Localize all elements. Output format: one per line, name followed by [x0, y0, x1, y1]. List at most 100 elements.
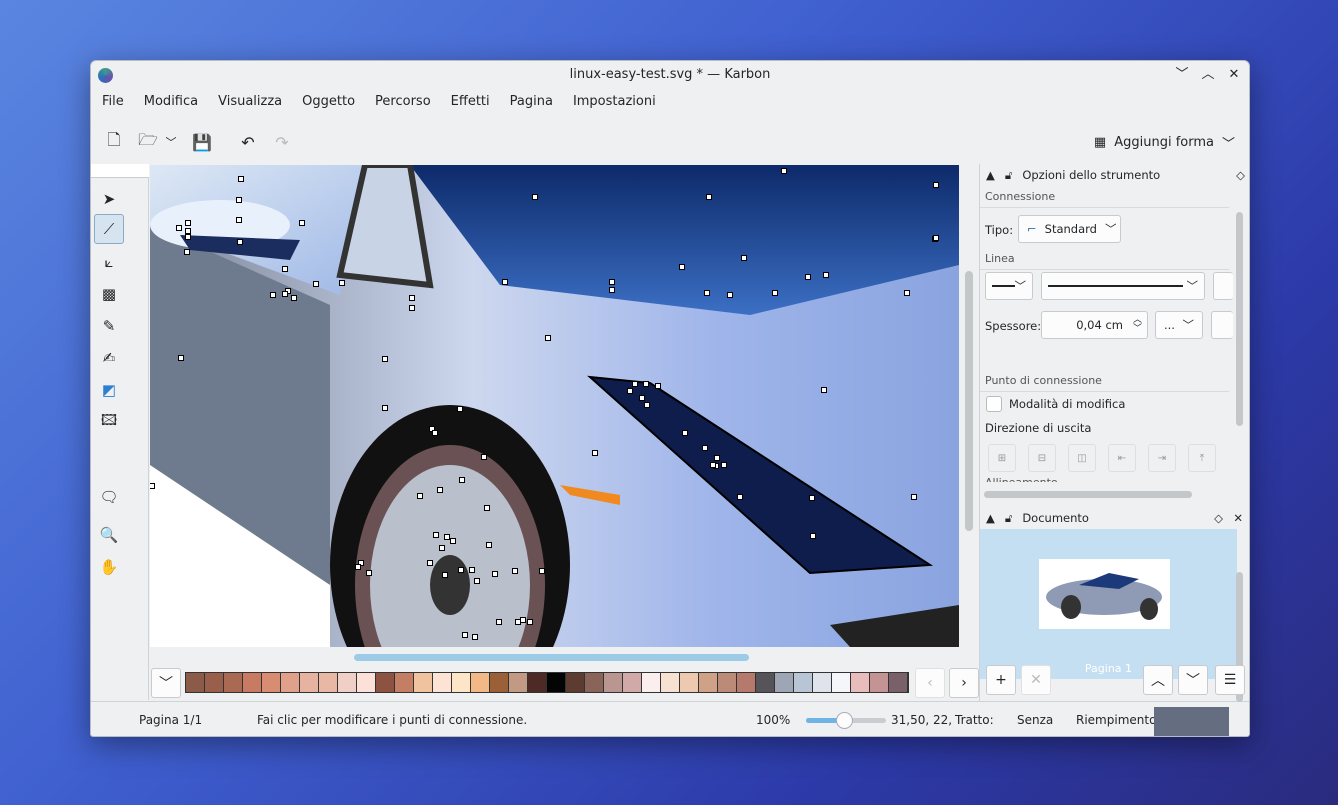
close-button[interactable]: ✕ [1227, 61, 1241, 89]
pan-tool-icon[interactable]: ✋ [94, 552, 124, 582]
connection-point-handle[interactable] [639, 395, 645, 401]
connection-point-handle[interactable] [417, 493, 423, 499]
palette-scroll-right-icon[interactable]: › [949, 668, 979, 698]
connection-point-handle[interactable] [469, 567, 475, 573]
connection-point-handle[interactable] [810, 533, 816, 539]
connection-point-handle[interactable] [270, 292, 276, 298]
connection-point-handle[interactable] [821, 387, 827, 393]
vertical-scrollbar[interactable] [965, 271, 973, 531]
palette-swatch[interactable] [509, 673, 528, 692]
float-icon[interactable]: ◇ [1236, 168, 1245, 182]
connection-point-handle[interactable] [486, 542, 492, 548]
options-vscrollbar[interactable] [1236, 212, 1243, 426]
connection-point-handle[interactable] [710, 462, 716, 468]
cap-style-button[interactable] [1211, 311, 1233, 339]
connection-point-handle[interactable] [457, 406, 463, 412]
connection-point-handle[interactable] [496, 619, 502, 625]
connection-point-handle[interactable] [382, 356, 388, 362]
palette-swatch[interactable] [623, 673, 642, 692]
menu-file[interactable]: File [95, 91, 131, 117]
palette-swatch[interactable] [642, 673, 661, 692]
connection-point-handle[interactable] [609, 287, 615, 293]
palette-swatch[interactable] [585, 673, 604, 692]
connection-point-handle[interactable] [592, 450, 598, 456]
callout-tool-icon[interactable]: 🗨 [94, 482, 124, 512]
palette-swatch[interactable] [376, 673, 395, 692]
connection-point-handle[interactable] [236, 197, 242, 203]
palette-swatch[interactable] [680, 673, 699, 692]
connection-type-dropdown[interactable]: ⌐ Standard ﹀ [1018, 215, 1121, 243]
connection-point-handle[interactable] [185, 234, 191, 240]
palette-swatch[interactable] [851, 673, 870, 692]
redo-icon[interactable]: ↷ [269, 129, 295, 155]
view-mode-icon[interactable]: ☰ [1215, 665, 1245, 695]
connection-point-handle[interactable] [502, 279, 508, 285]
connection-point-handle[interactable] [515, 619, 521, 625]
connection-point-handle[interactable] [184, 249, 190, 255]
palette-swatch[interactable] [471, 673, 490, 692]
select-tool-icon[interactable]: ➤ [94, 184, 124, 214]
zoom-tool-icon[interactable]: 🔍 [94, 520, 124, 550]
connection-point-handle[interactable] [805, 274, 811, 280]
minimize-button[interactable]: ﹀ [1175, 61, 1189, 89]
palette-swatch[interactable] [547, 673, 566, 692]
connection-point-handle[interactable] [627, 388, 633, 394]
add-page-icon[interactable]: + [986, 665, 1016, 695]
exit-right-icon[interactable]: ⇥ [1148, 444, 1176, 472]
connection-point-handle[interactable] [313, 281, 319, 287]
connection-point-handle[interactable] [702, 445, 708, 451]
collapse-triangle-icon[interactable]: ▲ [986, 168, 995, 182]
page-thumbnail[interactable] [1039, 559, 1170, 629]
palette-swatch[interactable] [281, 673, 300, 692]
undo-icon[interactable]: ↶ [235, 129, 261, 155]
connection-point-handle[interactable] [823, 272, 829, 278]
collapse-triangle-icon[interactable]: ▲ [986, 511, 995, 525]
new-document-icon[interactable]: 🗋 [101, 129, 127, 155]
connection-point-handle[interactable] [609, 279, 615, 285]
edit-mode-checkbox[interactable] [986, 396, 1002, 412]
connection-point-handle[interactable] [472, 634, 478, 640]
path-edit-tool-icon[interactable]: ⟀ [94, 247, 124, 277]
connection-point-handle[interactable] [474, 578, 480, 584]
connection-point-handle[interactable] [462, 632, 468, 638]
connection-point-handle[interactable] [409, 305, 415, 311]
image-tool-icon[interactable]: 🖾 [94, 407, 124, 437]
palette-swatch[interactable] [433, 673, 452, 692]
menu-visualizza[interactable]: Visualizza [211, 91, 289, 117]
stroke-value[interactable]: Senza [1017, 713, 1053, 727]
palette-swatch[interactable] [490, 673, 509, 692]
open-document-icon[interactable]: 🗁 [135, 129, 161, 155]
lock-icon[interactable]: 🔓︎ [1005, 168, 1012, 183]
maximize-button[interactable]: ︿ [1201, 61, 1215, 89]
palette-swatch[interactable] [338, 673, 357, 692]
exit-horizontal-icon[interactable]: ⊟ [1028, 444, 1056, 472]
connection-point-handle[interactable] [339, 280, 345, 286]
menu-percorso[interactable]: Percorso [368, 91, 438, 117]
connection-point-handle[interactable] [933, 182, 939, 188]
connection-point-handle[interactable] [741, 255, 747, 261]
open-recent-chevron-icon[interactable]: ﹀ [163, 129, 179, 155]
palette-swatch[interactable] [813, 673, 832, 692]
connection-point-handle[interactable] [911, 494, 917, 500]
palette-swatch[interactable] [528, 673, 547, 692]
connection-point-handle[interactable] [682, 430, 688, 436]
palette-swatch[interactable] [737, 673, 756, 692]
exit-vertical-icon[interactable]: ◫ [1068, 444, 1096, 472]
connection-point-handle[interactable] [442, 572, 448, 578]
palette-swatch[interactable] [262, 673, 281, 692]
connection-point-handle[interactable] [382, 405, 388, 411]
line-pattern-dropdown[interactable]: ﹀ [1041, 272, 1205, 300]
palette-swatch[interactable] [718, 673, 737, 692]
connection-point-handle[interactable] [539, 568, 545, 574]
exit-up-icon[interactable]: ⤒ [1188, 444, 1216, 472]
calligraphy-tool-icon[interactable]: ✍ [94, 343, 124, 373]
close-docker-icon[interactable]: ✕ [1233, 511, 1243, 525]
join-style-dropdown[interactable]: ... ﹀ [1155, 311, 1203, 339]
connection-point-handle[interactable] [904, 290, 910, 296]
connection-point-handle[interactable] [178, 355, 184, 361]
gradient-tool-icon[interactable]: ◩ [94, 375, 124, 405]
save-icon[interactable]: 💾 [189, 129, 215, 155]
connection-point-handle[interactable] [727, 292, 733, 298]
connection-point-handle[interactable] [366, 570, 372, 576]
connection-point-handle[interactable] [781, 168, 787, 174]
